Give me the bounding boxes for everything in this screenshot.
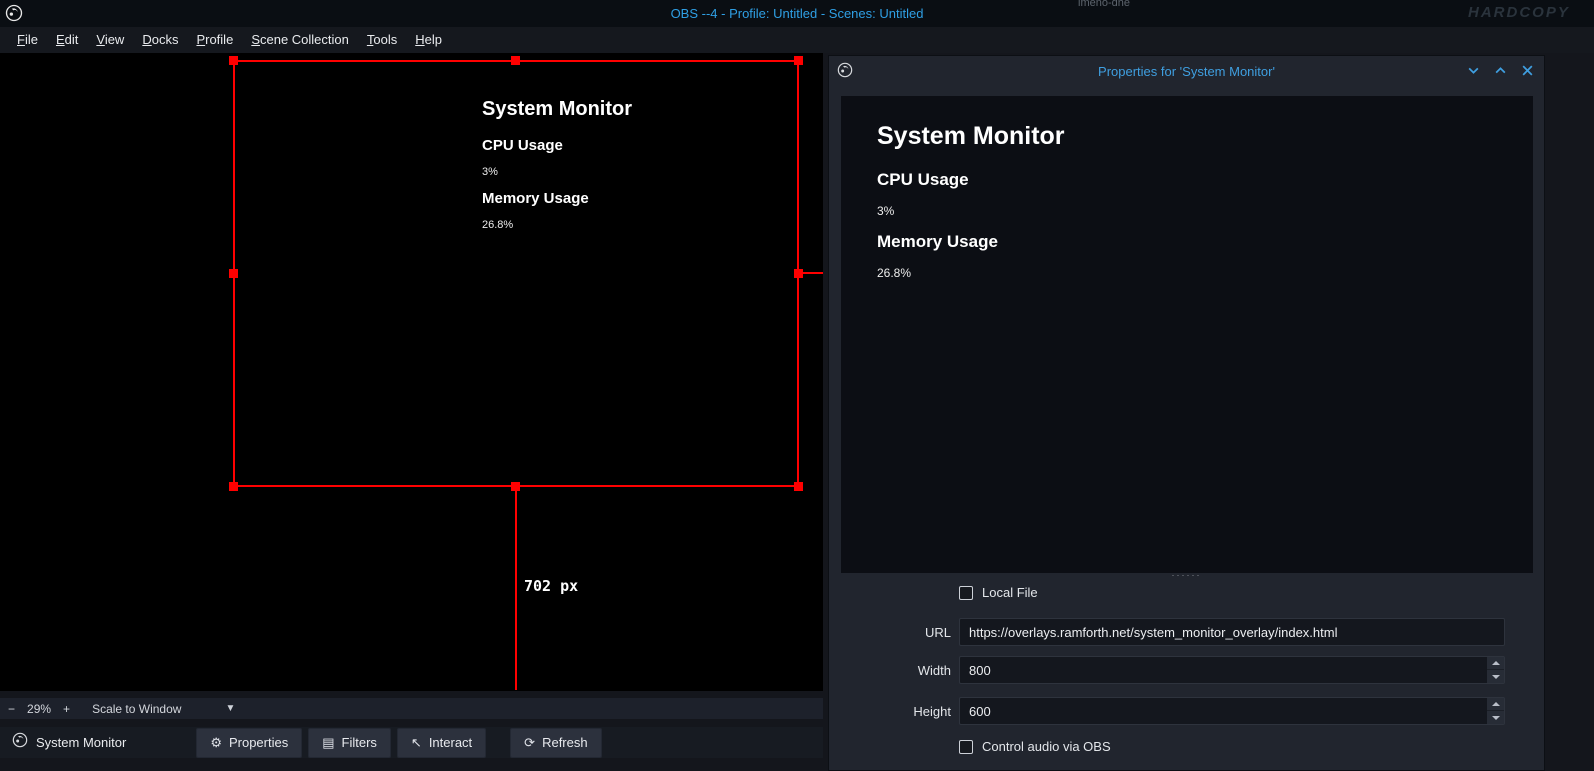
background-watermark-text: HARDCOPY (1468, 4, 1570, 21)
height-spin-down-icon[interactable] (1487, 711, 1504, 724)
refresh-button-label: Refresh (542, 735, 588, 750)
properties-button[interactable]: ⚙ Properties (196, 728, 302, 758)
control-audio-checkbox[interactable] (959, 740, 973, 754)
width-spin-up-icon[interactable] (1487, 657, 1504, 670)
control-audio-label: Control audio via OBS (982, 739, 1111, 754)
scale-mode-dropdown[interactable]: Scale to Window (92, 702, 181, 716)
url-field-wrap (959, 618, 1505, 646)
filters-button-label: Filters (342, 735, 377, 750)
local-file-row: Local File (959, 585, 1038, 600)
menu-item-help[interactable]: Help (406, 27, 451, 53)
horizontal-guide-line (801, 272, 823, 274)
interact-cursor-icon: ↖ (411, 735, 422, 751)
width-spin-down-icon[interactable] (1487, 670, 1504, 683)
menu-item-profile[interactable]: Profile (187, 27, 242, 53)
menu-item-view[interactable]: View (87, 27, 133, 53)
source-type-icon (12, 732, 28, 753)
interact-button-label: Interact (429, 735, 472, 750)
preview-rendered-content: System Monitor CPU Usage 3% Memory Usage… (877, 122, 1065, 294)
preview-memory-value: 26.8% (877, 266, 1065, 280)
gear-icon: ⚙ (210, 735, 222, 751)
source-cpu-label: CPU Usage (482, 137, 632, 154)
local-file-checkbox[interactable] (959, 586, 973, 600)
preview-title-text: System Monitor (877, 122, 1065, 151)
scene-preview-canvas[interactable]: System Monitor CPU Usage 3% Memory Usage… (0, 53, 823, 691)
filters-button[interactable]: ▤ Filters (308, 728, 391, 758)
source-rendered-content: System Monitor CPU Usage 3% Memory Usage… (482, 98, 632, 243)
window-title: OBS --4 - Profile: Untitled - Scenes: Un… (0, 6, 1594, 21)
close-icon[interactable] (1521, 64, 1534, 77)
width-label: Width (829, 663, 951, 678)
chevron-down-icon[interactable] (1467, 64, 1480, 77)
menu-item-tools[interactable]: Tools (358, 27, 406, 53)
selected-source-bounds[interactable]: System Monitor CPU Usage 3% Memory Usage… (233, 60, 799, 487)
properties-titlebar[interactable]: Properties for 'System Monitor' (829, 56, 1544, 86)
source-toolbar: System Monitor ⚙ Properties ▤ Filters ↖ … (0, 727, 823, 758)
menu-item-scene-collection[interactable]: Scene Collection (242, 27, 358, 53)
width-input[interactable] (959, 656, 1505, 684)
preview-cpu-label: CPU Usage (877, 170, 1065, 190)
source-memory-value: 26.8% (482, 219, 632, 231)
selected-source-name: System Monitor (36, 735, 126, 750)
width-spinbox (959, 656, 1505, 684)
local-file-label: Local File (982, 585, 1038, 600)
resize-handle-bottom-right[interactable] (794, 482, 803, 491)
refresh-icon: ⟳ (524, 735, 535, 751)
splitter-handle[interactable]: ······ (829, 570, 1544, 580)
properties-button-label: Properties (229, 735, 288, 750)
zoom-in-button[interactable]: + (55, 702, 78, 716)
preview-memory-label: Memory Usage (877, 232, 1065, 252)
chevron-up-icon[interactable] (1494, 64, 1507, 77)
resize-handle-bottom-left[interactable] (229, 482, 238, 491)
menu-item-file[interactable]: File (8, 27, 47, 53)
properties-window: Properties for 'System Monitor' System M… (828, 55, 1545, 771)
properties-title: Properties for 'System Monitor' (829, 64, 1544, 79)
resize-handle-top-left[interactable] (229, 56, 238, 65)
control-audio-row: Control audio via OBS (959, 739, 1111, 754)
zoom-out-button[interactable]: − (0, 702, 23, 716)
interact-button[interactable]: ↖ Interact (397, 728, 486, 758)
zoom-level-value: 29% (23, 702, 55, 716)
height-label: Height (829, 704, 951, 719)
window-titlebar: imeno-dhe OBS --4 - Profile: Untitled - … (0, 0, 1594, 27)
height-spinbox (959, 697, 1505, 725)
source-memory-label: Memory Usage (482, 190, 632, 207)
properties-source-preview: System Monitor CPU Usage 3% Memory Usage… (841, 96, 1533, 573)
menu-item-edit[interactable]: Edit (47, 27, 87, 53)
menu-item-docks[interactable]: Docks (133, 27, 187, 53)
refresh-button[interactable]: ⟳ Refresh (510, 728, 601, 758)
height-input[interactable] (959, 697, 1505, 725)
source-title-text: System Monitor (482, 98, 632, 121)
url-label: URL (829, 625, 951, 640)
resize-handle-top-center[interactable] (511, 56, 520, 65)
height-spin-up-icon[interactable] (1487, 698, 1504, 711)
dimension-label: 702 px (524, 577, 578, 595)
preview-zoom-toolbar: − 29% + Scale to Window ▼ (0, 698, 823, 719)
filter-icon: ▤ (322, 735, 334, 751)
url-input[interactable] (959, 618, 1505, 646)
preview-cpu-value: 3% (877, 204, 1065, 218)
resize-handle-middle-left[interactable] (229, 269, 238, 278)
scale-mode-caret-icon[interactable]: ▼ (225, 703, 235, 714)
source-cpu-value: 3% (482, 166, 632, 178)
menubar: File Edit View Docks Profile Scene Colle… (0, 27, 1594, 53)
vertical-guide-line (515, 487, 517, 690)
resize-handle-top-right[interactable] (794, 56, 803, 65)
